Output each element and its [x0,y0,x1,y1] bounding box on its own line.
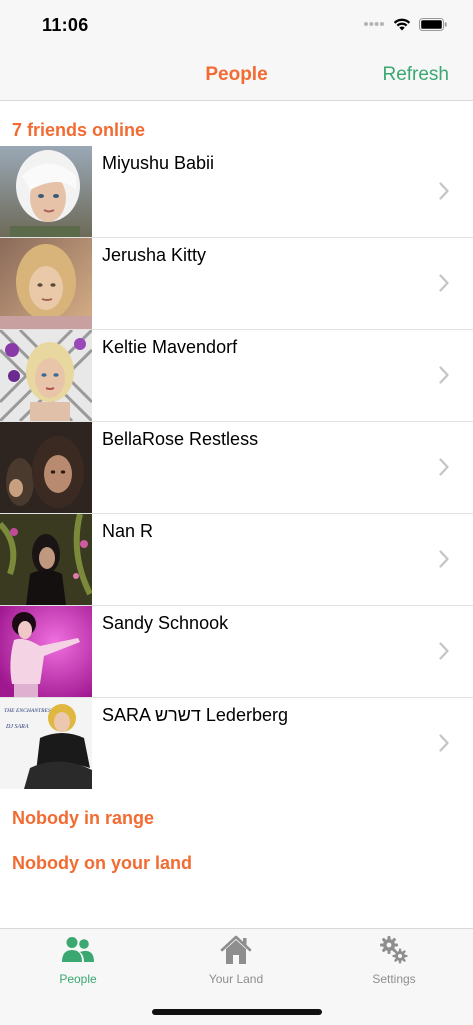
avatar [0,146,92,237]
friends-list: Miyushu Babii Jerusha Kitty Keltie Maven… [0,146,473,789]
chevron-right-icon [439,274,449,292]
chevron-right-icon [439,642,449,660]
friend-name: SARA דשרש Lederberg [102,705,288,725]
people-icon [62,937,94,962]
tab-your-land[interactable]: Your Land [176,935,296,986]
friend-row[interactable]: Miyushu Babii [0,146,473,238]
friend-name: Nan R [102,521,154,541]
chevron-right-icon [439,734,449,752]
tab-settings[interactable]: Settings [334,935,454,986]
avatar: THE ENCHANTRESS DJ SARA [0,698,92,789]
avatar [0,330,92,421]
status-bar: 11:06 [0,0,473,52]
friend-name: BellaRose Restless [102,429,259,449]
wifi-icon [393,18,411,31]
house-icon [220,935,252,964]
tab-your-land-label: Your Land [208,972,264,986]
chevron-right-icon [439,550,449,568]
avatar [0,422,92,513]
range-section-header: Nobody in range [12,808,155,828]
navigation-bar: People Refresh [0,52,473,101]
tab-settings-label: Settings [372,972,416,986]
friend-row[interactable]: Jerusha Kitty [0,238,473,330]
battery-icon [419,17,447,31]
friend-name: Jerusha Kitty [102,245,207,265]
home-indicator[interactable] [152,1009,322,1015]
avatar [0,514,92,605]
status-time: 11:06 [42,15,89,35]
tab-people[interactable]: People [18,935,138,986]
friend-row[interactable]: Keltie Mavendorf [0,330,473,422]
friend-row[interactable]: Sandy Schnook [0,606,473,698]
friend-name: Keltie Mavendorf [102,337,238,357]
friend-row[interactable]: Nan R [0,514,473,606]
chevron-right-icon [439,366,449,384]
refresh-button[interactable]: Refresh [382,64,449,86]
friend-name: Sandy Schnook [102,613,229,633]
friend-name: Miyushu Babii [102,153,215,173]
chevron-right-icon [439,458,449,476]
avatar-caption-line1: THE ENCHANTRESS [4,708,54,714]
avatar-caption-line2: DJ SARA [5,724,29,730]
gears-icon [380,936,408,964]
signal-dots-icon [364,22,384,26]
tab-people-label: People [59,972,97,986]
status-icons [363,17,447,31]
friend-row[interactable]: THE ENCHANTRESS DJ SARA SARA דשרש Lederb… [0,698,473,789]
online-section-header: 7 friends online [12,120,146,140]
chevron-right-icon [439,182,449,200]
friend-row[interactable]: BellaRose Restless [0,422,473,514]
avatar [0,238,92,329]
avatar [0,606,92,697]
land-section-header: Nobody on your land [12,853,192,873]
